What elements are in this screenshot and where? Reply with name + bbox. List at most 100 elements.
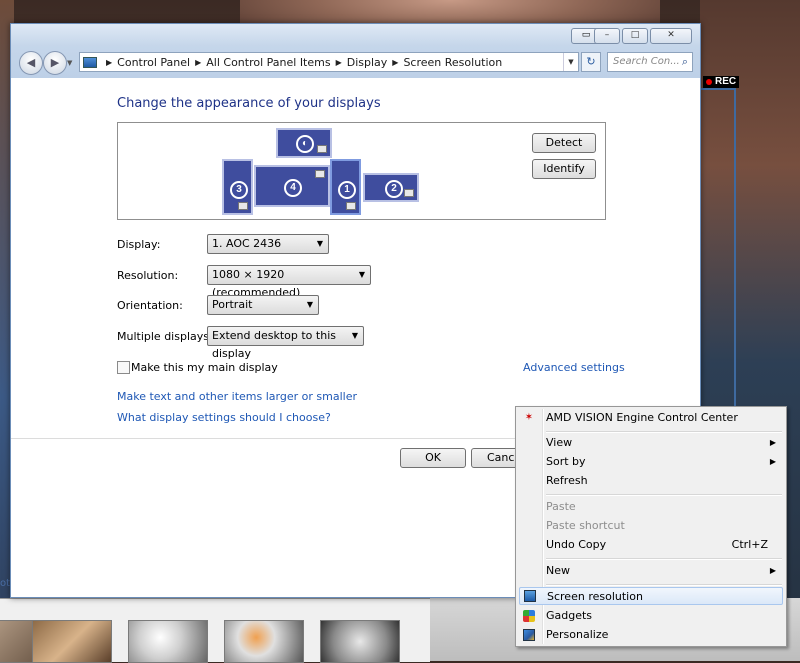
forward-button[interactable]: ▶: [43, 51, 67, 75]
close-button[interactable]: ✕: [650, 28, 692, 44]
monitor-number: 2: [385, 180, 403, 198]
monitor-2[interactable]: 2: [363, 173, 419, 202]
menu-item-label: Undo Copy: [546, 538, 607, 551]
screen-resolution-icon: [524, 590, 536, 602]
menu-separator: [546, 558, 782, 560]
menu-separator: [546, 584, 782, 586]
display-select[interactable]: 1. AOC 2436 ▼: [207, 234, 329, 254]
breadcrumb-arrow-icon[interactable]: ▶: [106, 58, 112, 67]
breadcrumb-arrow-icon[interactable]: ▶: [195, 58, 201, 67]
menu-item-sort-by[interactable]: Sort by ▶: [516, 453, 786, 471]
text-size-link[interactable]: Make text and other items larger or smal…: [117, 390, 357, 403]
chevron-down-icon: ▼: [316, 239, 323, 248]
desktop-context-menu: ✶ AMD VISION Engine Control Center View …: [515, 406, 787, 647]
menu-item-amd-vision[interactable]: ✶ AMD VISION Engine Control Center: [516, 409, 786, 427]
navigation-bar: ◀ ▶ ▼ ▶ Control Panel ▶ All Control Pane…: [11, 46, 700, 78]
display-help-link[interactable]: What display settings should I choose?: [117, 411, 331, 424]
menu-item-label: Paste: [546, 500, 576, 513]
menu-item-personalize[interactable]: Personalize: [516, 626, 786, 644]
minimize-button[interactable]: –: [594, 28, 620, 44]
rec-indicator: REC: [703, 76, 740, 88]
menu-item-paste[interactable]: Paste: [516, 498, 786, 516]
search-input[interactable]: Search Con... ⌕: [607, 52, 693, 72]
personalize-icon: [523, 629, 535, 641]
menu-item-label: Sort by: [546, 455, 586, 468]
identify-button[interactable]: Identify: [532, 159, 596, 179]
resolution-select[interactable]: 1080 × 1920 (recommended) ▼: [207, 265, 371, 299]
monitor-arrangement: ◐ 3 4 1 2 Detect Identify: [117, 122, 606, 220]
monitor-taskbar-icon: [317, 145, 327, 153]
breadcrumb-arrow-icon[interactable]: ▶: [392, 58, 398, 67]
breadcrumb-screen-resolution[interactable]: Screen Resolution: [403, 56, 502, 69]
submenu-arrow-icon: ▶: [769, 457, 776, 466]
monitor-3[interactable]: 3: [222, 159, 253, 215]
menu-item-label: Gadgets: [546, 609, 593, 622]
menu-item-label: Screen resolution: [547, 590, 643, 603]
shortcut-text: Ctrl+Z: [731, 538, 768, 551]
monitor-number: 1: [338, 181, 356, 199]
gadgets-icon: [523, 610, 535, 622]
orientation-value: Portrait: [212, 298, 253, 311]
menu-item-paste-shortcut[interactable]: Paste shortcut: [516, 517, 786, 535]
resolution-label: Resolution:: [117, 269, 179, 282]
menu-item-gadgets[interactable]: Gadgets: [516, 607, 786, 625]
thumbnail-image[interactable]: [320, 620, 400, 663]
refresh-icon[interactable]: ↻: [581, 52, 601, 72]
submenu-arrow-icon: ▶: [769, 438, 776, 447]
thumbnail-image[interactable]: [32, 620, 112, 663]
menu-item-label: AMD VISION Engine Control Center: [546, 411, 738, 424]
chevron-down-icon: ▼: [358, 270, 365, 279]
menu-item-label: Paste shortcut: [546, 519, 625, 532]
page-title: Change the appearance of your displays: [117, 96, 381, 111]
orientation-select[interactable]: Portrait ▼: [207, 295, 319, 315]
monitor-duplicate[interactable]: ◐: [276, 128, 332, 158]
monitor-taskbar-icon: [238, 202, 248, 210]
address-bar[interactable]: ▶ Control Panel ▶ All Control Panel Item…: [79, 52, 579, 72]
advanced-settings-link[interactable]: Advanced settings: [523, 361, 625, 374]
multiple-displays-value: Extend desktop to this display: [212, 329, 336, 360]
submenu-arrow-icon: ▶: [769, 566, 776, 575]
chevron-down-icon: ▼: [306, 300, 313, 309]
menu-separator: [546, 494, 782, 496]
menu-item-label: Refresh: [546, 474, 588, 487]
thumbnail-image[interactable]: [128, 620, 208, 663]
orientation-label: Orientation:: [117, 299, 183, 312]
menu-separator: [546, 431, 782, 433]
ok-button[interactable]: OK: [400, 448, 466, 468]
maximize-button[interactable]: □: [622, 28, 648, 44]
search-icon[interactable]: ⌕: [682, 53, 688, 71]
recent-pages-dropdown[interactable]: ▼: [67, 59, 72, 67]
main-display-checkbox[interactable]: [117, 361, 130, 374]
thumbnail-image[interactable]: [224, 620, 304, 663]
detect-button[interactable]: Detect: [532, 133, 596, 153]
monitor-taskbar-icon: [404, 189, 414, 197]
multiple-displays-select[interactable]: Extend desktop to this display ▼: [207, 326, 364, 360]
amd-icon: ✶: [524, 412, 534, 423]
breadcrumb-arrow-icon[interactable]: ▶: [336, 58, 342, 67]
control-panel-icon: [83, 56, 97, 68]
breadcrumb-display[interactable]: Display: [347, 56, 388, 69]
menu-item-screen-resolution[interactable]: Screen resolution: [519, 587, 783, 605]
monitor-number: 4: [284, 179, 302, 197]
split-monitor-icon: ◐: [296, 135, 314, 153]
display-value: 1. AOC 2436: [212, 237, 282, 250]
menu-item-undo-copy[interactable]: Undo Copy Ctrl+Z: [516, 536, 786, 554]
multiple-displays-label: Multiple displays:: [117, 330, 213, 343]
menu-item-new[interactable]: New ▶: [516, 562, 786, 580]
menu-item-label: Personalize: [546, 628, 609, 641]
monitor-4[interactable]: 4: [254, 165, 330, 207]
address-dropdown-icon[interactable]: ▼: [563, 53, 578, 71]
title-bar[interactable]: ▭ – □ ✕: [11, 24, 700, 46]
monitor-number: 3: [230, 181, 248, 199]
monitor-taskbar-icon: [346, 202, 356, 210]
back-button[interactable]: ◀: [19, 51, 43, 75]
monitor-1[interactable]: 1: [330, 159, 361, 215]
menu-item-label: New: [546, 564, 570, 577]
breadcrumb-control-panel[interactable]: Control Panel: [117, 56, 190, 69]
menu-item-label: View: [546, 436, 573, 449]
menu-item-refresh[interactable]: Refresh: [516, 472, 786, 490]
breadcrumb-all-items[interactable]: All Control Panel Items: [206, 56, 330, 69]
display-label: Display:: [117, 238, 161, 251]
main-display-label[interactable]: Make this my main display: [131, 361, 278, 374]
menu-item-view[interactable]: View ▶: [516, 434, 786, 452]
